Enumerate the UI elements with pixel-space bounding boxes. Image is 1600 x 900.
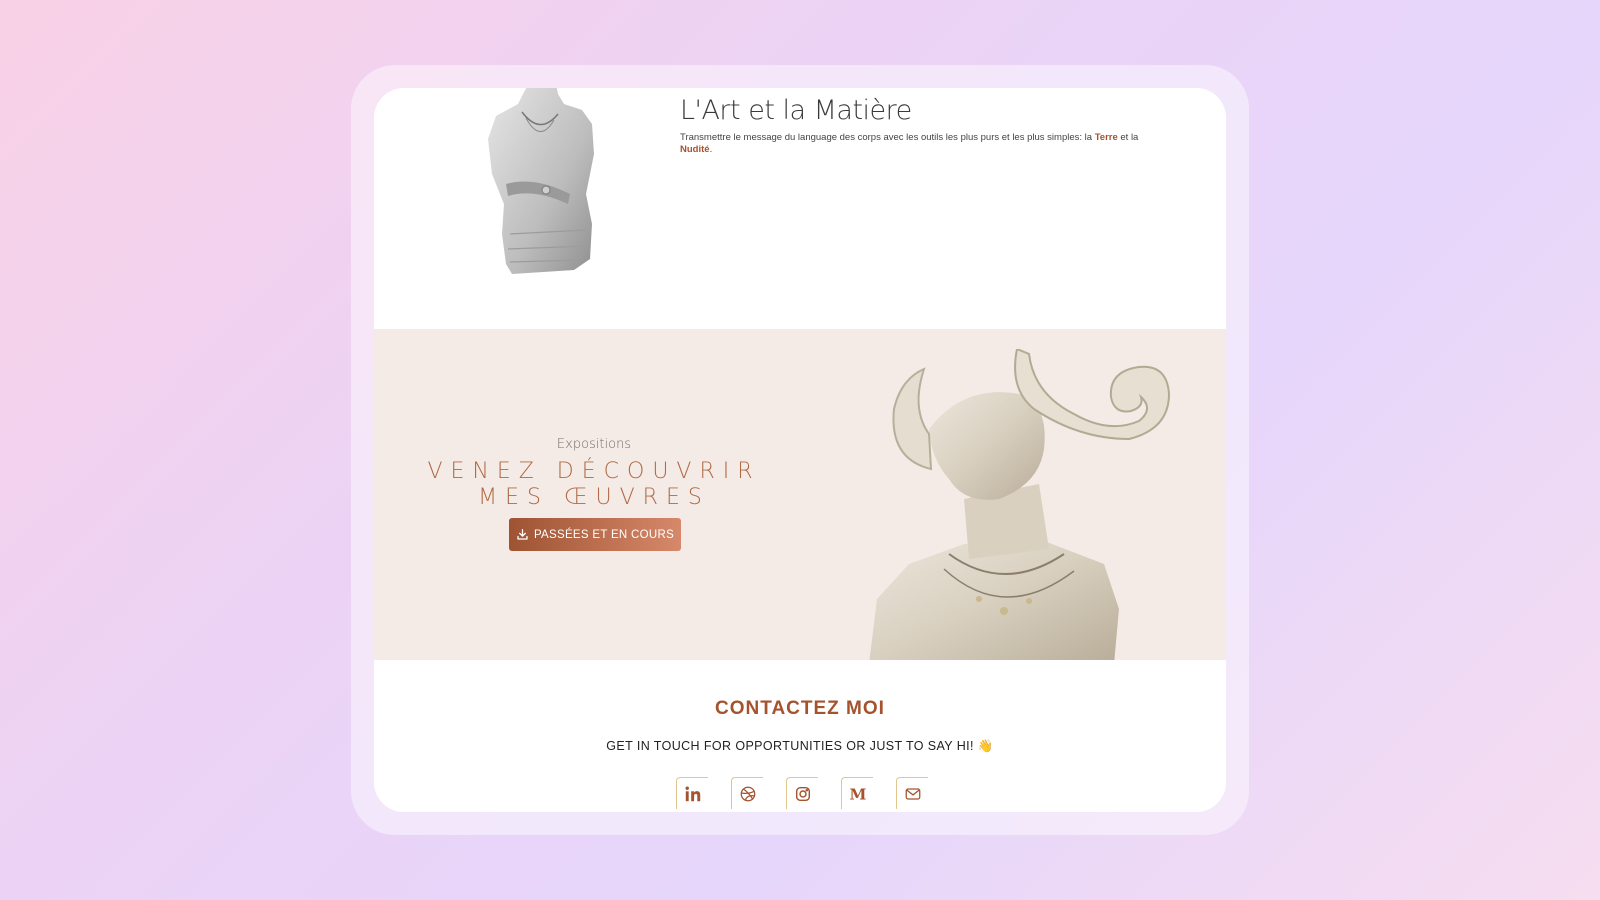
hero-text-part: . [709, 144, 713, 155]
contact-subtitle: GET IN TOUCH FOR OPPORTUNITIES OR JUST T… [606, 739, 994, 753]
exhibitions-button-label: PASSÉES ET EN COURS [533, 528, 675, 541]
hero-emphasis-terre: Terre [1094, 132, 1118, 143]
mail-link[interactable] [896, 777, 928, 809]
download-icon [517, 528, 528, 540]
exhibitions-heading-line1: VENEZ DÉCOUVRIR [427, 459, 761, 484]
bust-sculpture-image [488, 88, 594, 274]
hero-description: Transmettre le message du language des c… [680, 132, 1150, 156]
dribbble-icon [740, 786, 755, 801]
instagram-icon [795, 786, 810, 801]
medium-link[interactable]: M [841, 777, 873, 809]
exhibitions-section: Expositions VENEZ DÉCOUVRIR MES ŒUVRES P… [374, 329, 1226, 660]
hero-text-part: Transmettre le message du language des c… [680, 132, 1095, 143]
exhibitions-kicker: Expositions [556, 437, 632, 452]
svg-text:M: M [849, 785, 866, 803]
exhibitions-heading: VENEZ DÉCOUVRIR MES ŒUVRES [374, 459, 814, 511]
hero-section: L'Art et la Matière Transmettre le messa… [374, 88, 1226, 329]
contact-section: CONTACTEZ MOI GET IN TOUCH FOR OPPORTUNI… [374, 660, 1226, 812]
hero-title: L'Art et la Matière [680, 95, 912, 126]
contact-title: CONTACTEZ MOI [715, 698, 885, 719]
hero-text-part: et la [1117, 132, 1139, 143]
exhibitions-heading-line2: MES ŒUVRES [478, 485, 710, 510]
exhibitions-button[interactable]: PASSÉES ET EN COURS [509, 518, 681, 551]
dribbble-link[interactable] [731, 777, 763, 809]
website-screen: L'Art et la Matière Transmettre le messa… [374, 88, 1226, 812]
medium-icon: M [849, 785, 866, 803]
linkedin-link[interactable] [676, 777, 708, 809]
hero-emphasis-nudite: Nudité [680, 144, 710, 155]
mail-icon [905, 787, 920, 800]
social-links: M [374, 777, 1226, 809]
linkedin-icon [685, 786, 700, 801]
horned-sculpture-image [869, 349, 1171, 660]
instagram-link[interactable] [786, 777, 818, 809]
